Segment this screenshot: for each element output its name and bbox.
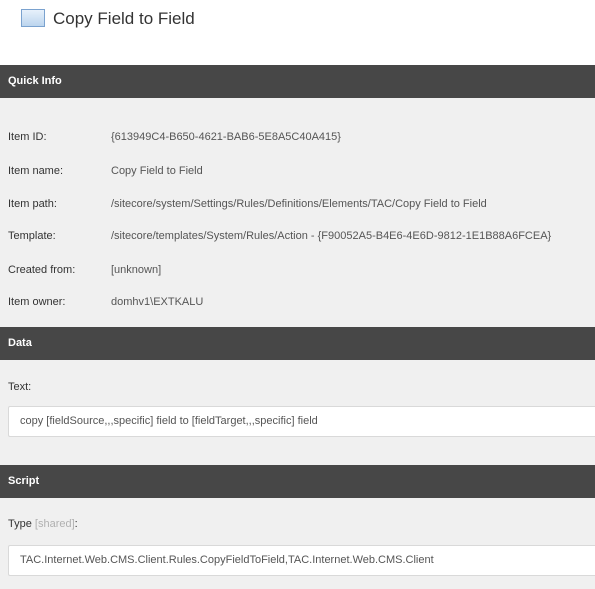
item-name-value: Copy Field to Field [111,165,203,177]
type-label-text: Type [8,518,32,530]
quick-info-row-template: Template: /sitecore/templates/System/Rul… [0,226,595,246]
quick-info-row-item-id: Item ID: {613949C4-B650-4621-BAB6-5E8A5C… [0,127,595,147]
quick-info-row-item-owner: Item owner: domhv1\EXTKALU [0,292,595,312]
item-title: Copy Field to Field [53,9,195,28]
item-id-label: Item ID: [8,131,47,143]
item-document-icon [21,9,45,27]
shared-tag: [shared] [34,518,75,530]
text-field-input[interactable]: copy [fieldSource,,,specific] field to [… [8,406,595,437]
quick-info-row-item-name: Item name: Copy Field to Field [0,161,595,181]
item-path-value: /sitecore/system/Settings/Rules/Definiti… [111,198,487,210]
data-section-header[interactable]: Data [0,327,595,360]
type-label-colon: : [74,518,78,530]
created-from-label: Created from: [8,264,76,276]
data-section-panel: Text: copy [fieldSource,,,specific] fiel… [0,360,595,465]
template-value: /sitecore/templates/System/Rules/Action … [111,230,552,242]
item-title-bar: Copy Field to Field [0,0,595,38]
script-section-panel: Type [shared]: TAC.Internet.Web.CMS.Clie… [0,498,595,589]
template-label: Template: [8,230,56,242]
quick-info-row-created-from: Created from: [unknown] [0,260,595,280]
quick-info-header[interactable]: Quick Info [0,65,595,98]
quick-info-row-item-path: Item path: /sitecore/system/Settings/Rul… [0,194,595,214]
item-name-label: Item name: [8,165,64,177]
quick-info-panel: Item ID: {613949C4-B650-4621-BAB6-5E8A5C… [0,98,595,327]
item-path-label: Item path: [8,198,57,210]
text-field-label: Text: [8,381,32,393]
item-owner-value: domhv1\EXTKALU [111,296,204,308]
item-owner-label: Item owner: [8,296,66,308]
type-field-label: Type [shared]: [8,518,78,530]
item-id-value: {613949C4-B650-4621-BAB6-5E8A5C40A415} [111,131,341,143]
script-section-header[interactable]: Script [0,465,595,498]
created-from-value: [unknown] [111,264,162,276]
type-field-input[interactable]: TAC.Internet.Web.CMS.Client.Rules.CopyFi… [8,545,595,576]
